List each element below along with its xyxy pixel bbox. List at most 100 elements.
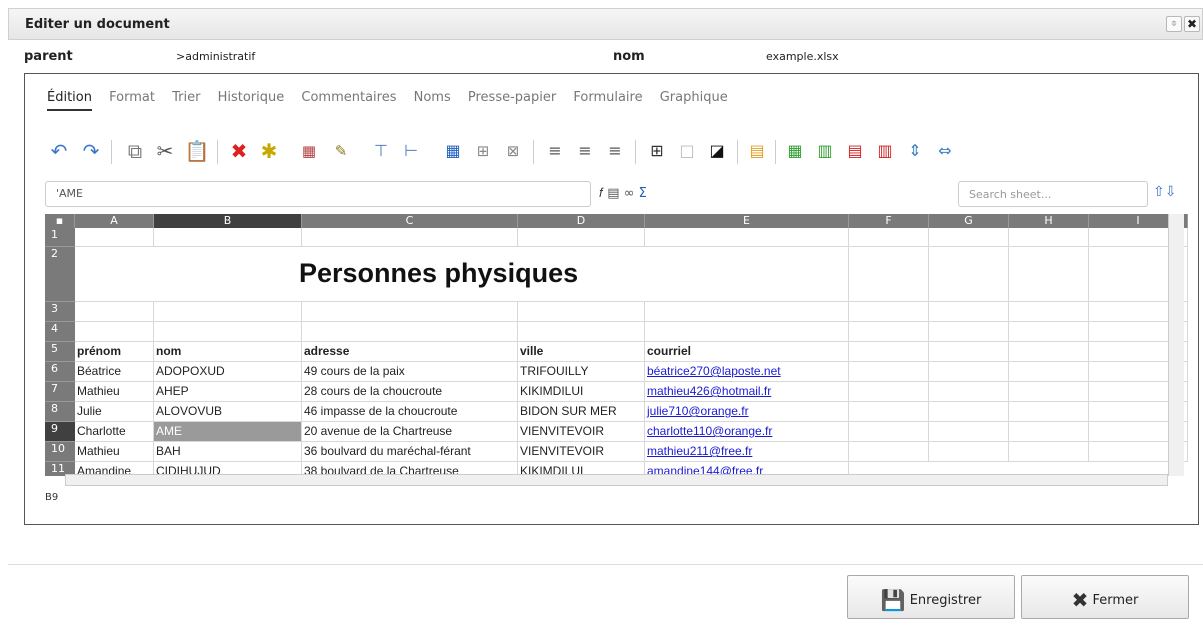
row-header[interactable]: 6: [45, 362, 75, 382]
data-cell[interactable]: Julie: [75, 402, 154, 422]
email-link[interactable]: julie710@orange.fr: [645, 402, 849, 422]
tab-commentaires[interactable]: Commentaires: [301, 90, 396, 109]
cell[interactable]: [154, 322, 302, 342]
col-header[interactable]: B: [154, 214, 302, 228]
row-header[interactable]: 8: [45, 402, 75, 422]
cell[interactable]: [154, 228, 302, 247]
data-cell[interactable]: ALOVOVUB: [154, 402, 302, 422]
header-cell[interactable]: ville: [518, 342, 645, 362]
cell[interactable]: [1009, 228, 1089, 247]
cell[interactable]: [645, 322, 849, 342]
edit-icon[interactable]: ✎: [327, 136, 355, 166]
data-cell[interactable]: 20 avenue de la Chartreuse: [302, 422, 518, 442]
cell[interactable]: [1009, 382, 1089, 402]
horizontal-scrollbar[interactable]: [65, 474, 1168, 486]
tab-format[interactable]: Format: [109, 90, 155, 109]
no-border-icon[interactable]: □: [673, 136, 701, 166]
cell[interactable]: [518, 228, 645, 247]
data-cell[interactable]: VIENVITEVOIR: [518, 442, 645, 462]
cell[interactable]: [929, 382, 1009, 402]
data-cell[interactable]: AHEP: [154, 382, 302, 402]
cell[interactable]: [849, 362, 929, 382]
undo-icon[interactable]: ↶: [45, 136, 73, 166]
header-cell[interactable]: courriel: [645, 342, 849, 362]
data-cell[interactable]: BIDON SUR MER: [518, 402, 645, 422]
data-cell[interactable]: TRIFOUILLY: [518, 362, 645, 382]
freeze-icon[interactable]: ▦: [439, 136, 467, 166]
cell[interactable]: [929, 402, 1009, 422]
col-header[interactable]: D: [518, 214, 645, 228]
cell[interactable]: [75, 228, 154, 247]
row-height-icon[interactable]: ⇕: [901, 136, 929, 166]
fill-color-icon[interactable]: ◪: [703, 136, 731, 166]
data-cell[interactable]: 36 boulvard du maréchal-férant: [302, 442, 518, 462]
insert-image-icon[interactable]: ▦: [295, 136, 323, 166]
add-col-icon[interactable]: ▥: [811, 136, 839, 166]
cell[interactable]: [302, 302, 518, 322]
cell[interactable]: [849, 302, 929, 322]
pin-icon[interactable]: ⌽: [1166, 16, 1182, 32]
cell[interactable]: [849, 382, 929, 402]
col-header[interactable]: F: [849, 214, 929, 228]
tab-edition[interactable]: Édition: [47, 90, 92, 111]
cell[interactable]: [849, 322, 929, 342]
sheet-icon[interactable]: ▤: [607, 186, 619, 201]
formula-input[interactable]: 'AME: [45, 181, 591, 207]
data-cell[interactable]: ADOPOXUD: [154, 362, 302, 382]
cell[interactable]: [929, 322, 1009, 342]
arrow-up-icon[interactable]: ⇧: [1153, 184, 1165, 200]
borders-icon[interactable]: ⊞: [643, 136, 671, 166]
col-header[interactable]: G: [929, 214, 1009, 228]
search-sheet-input[interactable]: Search sheet...: [958, 181, 1148, 207]
cell[interactable]: [302, 322, 518, 342]
row-header[interactable]: 10: [45, 442, 75, 462]
cut-icon[interactable]: ✂: [151, 136, 179, 166]
cell[interactable]: [1009, 402, 1089, 422]
email-link[interactable]: béatrice270@laposte.net: [645, 362, 849, 382]
cell[interactable]: [929, 442, 1009, 462]
cell[interactable]: [929, 228, 1009, 247]
redo-icon[interactable]: ↷: [77, 136, 105, 166]
row-header[interactable]: 4: [45, 322, 75, 342]
grid-icon[interactable]: ⊞: [469, 136, 497, 166]
cell[interactable]: [645, 228, 849, 247]
vertical-scrollbar[interactable]: [1168, 214, 1184, 476]
tab-historique[interactable]: Historique: [218, 90, 285, 109]
cell[interactable]: [929, 247, 1009, 302]
cell[interactable]: [75, 322, 154, 342]
data-cell[interactable]: Mathieu: [75, 382, 154, 402]
align-right-icon[interactable]: ≡: [601, 136, 629, 166]
data-cell[interactable]: Mathieu: [75, 442, 154, 462]
cell[interactable]: [849, 442, 929, 462]
cell[interactable]: [849, 422, 929, 442]
header-cell[interactable]: nom: [154, 342, 302, 362]
cell[interactable]: [929, 342, 1009, 362]
link-icon[interactable]: ∞: [624, 186, 635, 201]
tab-noms[interactable]: Noms: [414, 90, 451, 109]
header-cell[interactable]: prénom: [75, 342, 154, 362]
cell[interactable]: [849, 342, 929, 362]
clear-format-icon[interactable]: ✱: [255, 136, 283, 166]
arrow-down-icon[interactable]: ⇩: [1165, 184, 1177, 200]
cell[interactable]: [929, 362, 1009, 382]
selected-cell[interactable]: AME: [154, 422, 302, 442]
cell[interactable]: [849, 228, 929, 247]
sum-icon[interactable]: Σ: [639, 186, 647, 201]
data-cell[interactable]: 49 cours de la paix: [302, 362, 518, 382]
row-header[interactable]: 1: [45, 228, 75, 247]
add-row-icon[interactable]: ▦: [781, 136, 809, 166]
cell[interactable]: [1009, 362, 1089, 382]
text-style-icon[interactable]: ▤: [743, 136, 771, 166]
cell[interactable]: [518, 302, 645, 322]
row-header[interactable]: 7: [45, 382, 75, 402]
save-icon-corner[interactable]: ▪: [45, 214, 75, 228]
data-cell[interactable]: 28 cours de la choucroute: [302, 382, 518, 402]
close-icon[interactable]: ✖: [1184, 16, 1200, 32]
email-link[interactable]: mathieu211@free.fr: [645, 442, 849, 462]
data-cell[interactable]: KIKIMDILUI: [518, 382, 645, 402]
tab-graphique[interactable]: Graphique: [660, 90, 728, 109]
data-cell[interactable]: Béatrice: [75, 362, 154, 382]
col-width-icon[interactable]: ⇔: [931, 136, 959, 166]
data-cell[interactable]: 46 impasse de la choucroute: [302, 402, 518, 422]
email-link[interactable]: mathieu426@hotmail.fr: [645, 382, 849, 402]
